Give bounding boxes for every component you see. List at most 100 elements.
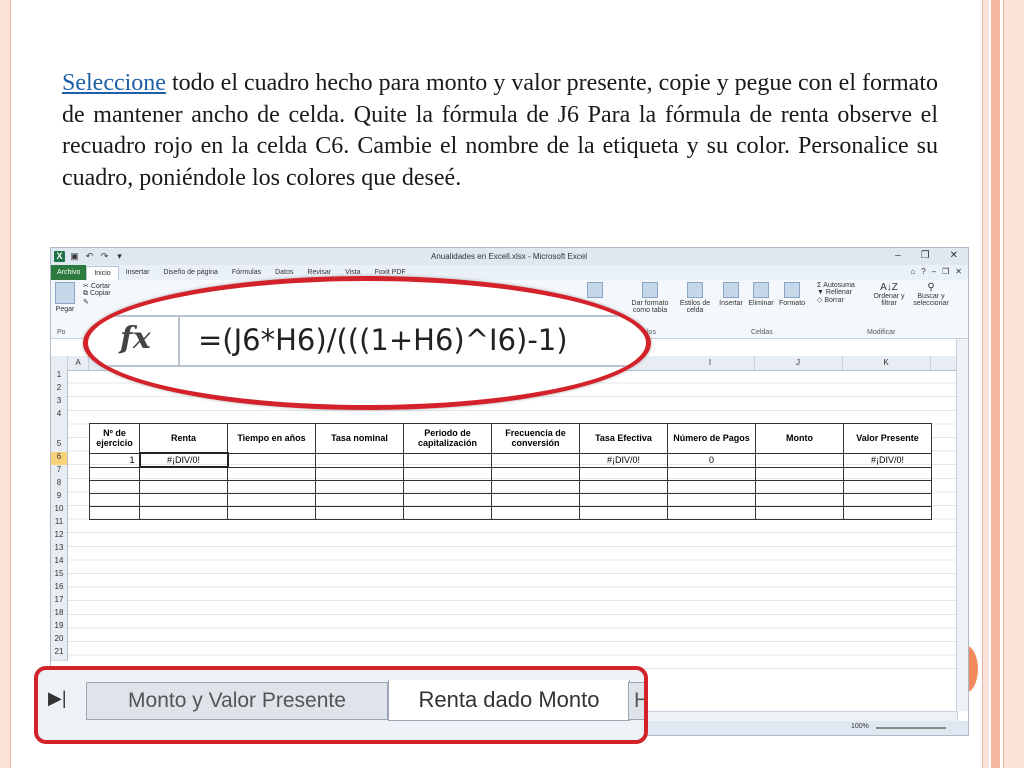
worksheet-grid[interactable] <box>68 370 956 670</box>
row-header[interactable]: 10 <box>51 504 68 518</box>
table-cell[interactable] <box>667 493 756 507</box>
table-cell[interactable] <box>315 480 404 494</box>
table-cell[interactable] <box>315 506 404 520</box>
fx-icon[interactable]: fx <box>120 321 151 356</box>
table-cell[interactable] <box>139 466 228 481</box>
find-select-button[interactable]: ⚲ Buscar y seleccionar <box>909 282 953 307</box>
row-header[interactable]: 4 <box>51 409 68 423</box>
column-header-k[interactable]: K <box>842 356 931 370</box>
header-cell[interactable]: Nº de ejercicio <box>89 423 140 454</box>
zoom-slider[interactable] <box>876 727 946 729</box>
doc-minimize-icon[interactable]: – <box>932 267 936 276</box>
row-header[interactable]: 3 <box>51 396 68 410</box>
table-cell[interactable] <box>403 506 492 520</box>
sheet-tab-partial[interactable]: H <box>628 682 644 720</box>
table-cell[interactable] <box>579 493 668 507</box>
table-cell[interactable] <box>843 493 932 507</box>
row-header[interactable]: 9 <box>51 491 68 505</box>
sheet-tab-monto-valor-presente[interactable]: Monto y Valor Presente <box>86 682 388 720</box>
row-header[interactable]: 11 <box>51 517 68 531</box>
format-painter-button[interactable]: ✎ <box>83 298 111 306</box>
table-cell[interactable] <box>667 466 756 481</box>
row-header[interactable]: 19 <box>51 621 68 635</box>
vertical-scrollbar[interactable] <box>956 339 968 711</box>
header-cell[interactable]: Tiempo en años <box>227 423 316 454</box>
table-cell[interactable] <box>89 480 140 494</box>
row-header[interactable]: 7 <box>51 465 68 479</box>
table-cell[interactable]: 1 <box>89 452 140 468</box>
table-cell[interactable] <box>139 480 228 494</box>
table-cell[interactable] <box>579 480 668 494</box>
row-header[interactable]: 5 <box>51 422 68 453</box>
table-cell[interactable] <box>667 480 756 494</box>
minimize-icon[interactable]: – <box>895 250 901 261</box>
table-cell[interactable] <box>491 466 580 481</box>
format-cells-button[interactable]: Formato <box>776 282 808 307</box>
row-header[interactable]: 1 <box>51 370 68 384</box>
table-cell[interactable] <box>139 506 228 520</box>
table-cell[interactable] <box>315 466 404 481</box>
cell-styles-button[interactable]: Estilos de celda <box>675 282 715 314</box>
tab-formulas[interactable]: Fórmulas <box>225 265 268 280</box>
table-cell[interactable] <box>139 493 228 507</box>
table-cell[interactable] <box>843 466 932 481</box>
tab-diseno-pagina[interactable]: Diseño de página <box>156 265 225 280</box>
customize-toolbar-icon[interactable]: ▾ <box>114 251 125 262</box>
save-icon[interactable]: ▣ <box>69 251 80 262</box>
doc-close-icon[interactable]: ✕ <box>955 267 962 276</box>
redo-icon[interactable]: ↷ <box>99 251 110 262</box>
column-header-i[interactable]: I <box>666 356 755 370</box>
tab-inicio[interactable]: Inicio <box>86 265 119 280</box>
row-header[interactable]: 18 <box>51 608 68 622</box>
table-cell[interactable] <box>755 466 844 481</box>
clear-button[interactable]: ◇ Borrar <box>817 296 855 304</box>
row-header[interactable]: 12 <box>51 530 68 544</box>
header-cell[interactable]: Valor Presente <box>843 423 932 454</box>
cut-button[interactable]: ✂ Cortar <box>83 282 111 290</box>
sheet-nav-last-icon[interactable]: ▶| <box>48 688 67 709</box>
doc-restore-icon[interactable]: ❐ <box>942 267 949 276</box>
table-cell[interactable] <box>755 480 844 494</box>
insert-cells-button[interactable]: Insertar <box>716 282 746 307</box>
table-cell[interactable] <box>579 506 668 520</box>
close-icon[interactable]: ✕ <box>950 250 958 261</box>
row-header[interactable]: 16 <box>51 582 68 596</box>
table-cell[interactable] <box>755 506 844 520</box>
row-header[interactable]: 2 <box>51 383 68 397</box>
paste-button[interactable]: Pegar <box>55 282 75 313</box>
table-cell-c6[interactable]: #¡DIV/0! <box>138 452 229 468</box>
table-cell[interactable] <box>89 493 140 507</box>
restore-icon[interactable]: ❐ <box>921 250 930 261</box>
table-cell[interactable] <box>89 466 140 481</box>
table-cell[interactable] <box>315 493 404 507</box>
table-cell[interactable]: 0 <box>667 452 756 468</box>
table-cell[interactable] <box>579 466 668 481</box>
header-cell[interactable]: Tasa Efectiva <box>579 423 668 454</box>
table-cell[interactable] <box>403 493 492 507</box>
table-cell[interactable] <box>667 506 756 520</box>
table-cell[interactable] <box>403 466 492 481</box>
table-cell[interactable]: #¡DIV/0! <box>579 452 668 468</box>
table-cell[interactable] <box>755 452 844 468</box>
ribbon-collapse-icon[interactable]: ⌂ <box>910 267 915 276</box>
row-header[interactable]: 15 <box>51 569 68 583</box>
select-all-corner[interactable] <box>51 356 68 370</box>
header-cell[interactable]: Número de Pagos <box>667 423 756 454</box>
table-cell[interactable] <box>843 480 932 494</box>
table-cell[interactable] <box>315 452 404 468</box>
conditional-format-button[interactable] <box>587 282 603 300</box>
format-as-table-button[interactable]: Dar formato como tabla <box>627 282 673 314</box>
table-cell[interactable] <box>491 493 580 507</box>
table-cell[interactable] <box>403 452 492 468</box>
row-header[interactable]: 13 <box>51 543 68 557</box>
row-header[interactable]: 17 <box>51 595 68 609</box>
header-cell[interactable]: Frecuencia de conversión <box>491 423 580 454</box>
table-cell[interactable] <box>227 506 316 520</box>
row-header[interactable]: 14 <box>51 556 68 570</box>
header-cell[interactable]: Periodo de capitalización <box>403 423 492 454</box>
formula-text[interactable]: =(J6*H6)/(((1+H6)^I6)-1) <box>198 323 568 357</box>
undo-icon[interactable]: ↶ <box>84 251 95 262</box>
help-icon[interactable]: ? <box>921 267 925 276</box>
seleccione-link[interactable]: Seleccione <box>62 70 166 96</box>
column-header-j[interactable]: J <box>754 356 843 370</box>
